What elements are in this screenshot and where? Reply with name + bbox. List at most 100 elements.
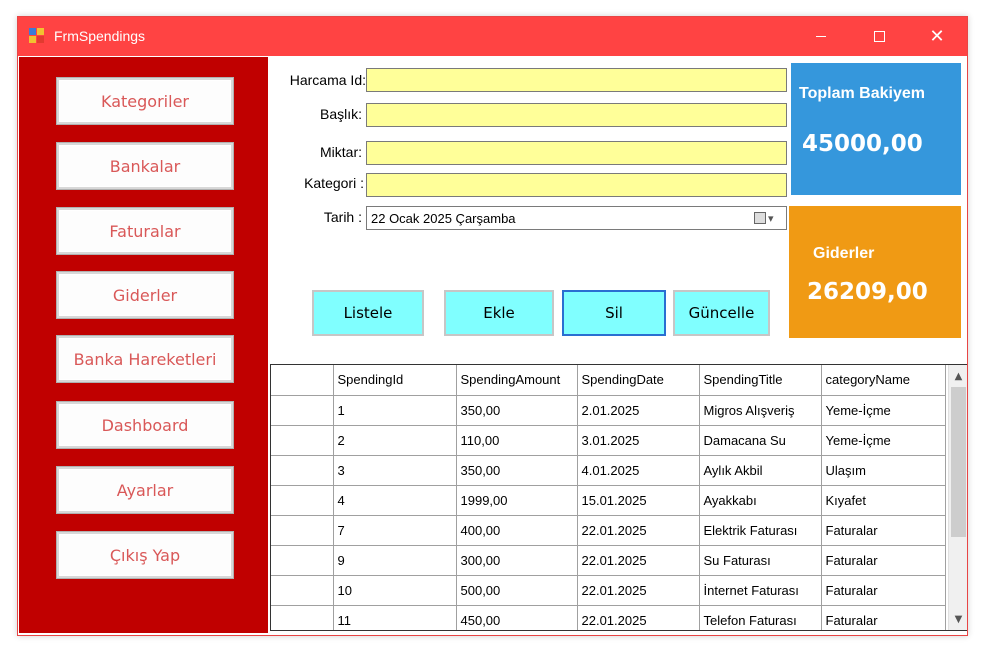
update-button[interactable]: Güncelle — [673, 290, 770, 336]
cell-spending-date[interactable]: 22.01.2025 — [577, 575, 700, 606]
cell-spending-title[interactable]: Su Faturası — [699, 545, 822, 576]
scroll-thumb[interactable] — [951, 387, 966, 537]
cell-category-name[interactable]: Yeme-İçme — [821, 425, 946, 456]
cell-spending-date[interactable]: 2.01.2025 — [577, 395, 700, 426]
window-title: FrmSpendings — [54, 28, 146, 44]
nav-cikis-yap-button[interactable]: Çıkış Yap — [57, 532, 233, 578]
cell-spending-title[interactable]: Damacana Su — [699, 425, 822, 456]
cell-spending-title[interactable]: Aylık Akbil — [699, 455, 822, 486]
cell-spending-amount[interactable]: 450,00 — [456, 605, 578, 630]
grid-header-row: SpendingId SpendingAmount SpendingDate S… — [271, 365, 946, 396]
cell-spending-id[interactable]: 7 — [333, 515, 457, 546]
spending-id-field[interactable] — [366, 68, 787, 92]
date-picker[interactable]: 22 Ocak 2025 Çarşamba ▾ — [366, 206, 787, 230]
cell-spending-title[interactable]: Migros Alışveriş — [699, 395, 822, 426]
table-row[interactable]: 1 350,00 2.01.2025 Migros Alışveriş Yeme… — [271, 395, 946, 426]
date-label: Tarih : — [323, 209, 362, 225]
title-field[interactable] — [366, 103, 787, 127]
cell-spending-title[interactable]: Ayakkabı — [699, 485, 822, 516]
vertical-scrollbar[interactable]: ▲ ▼ — [948, 365, 967, 630]
close-icon: ✕ — [929, 26, 945, 47]
table-row[interactable]: 7 400,00 22.01.2025 Elektrik Faturası Fa… — [271, 515, 946, 546]
cell-category-name[interactable]: Faturalar — [821, 515, 946, 546]
table-row[interactable]: 10 500,00 22.01.2025 İnternet Faturası F… — [271, 575, 946, 606]
cell-spending-title[interactable]: İnternet Faturası — [699, 575, 822, 606]
nav-ayarlar-button[interactable]: Ayarlar — [57, 467, 233, 513]
column-header-category-name[interactable]: categoryName — [821, 365, 946, 396]
column-header-spending-amount[interactable]: SpendingAmount — [456, 365, 578, 396]
table-row[interactable]: 4 1999,00 15.01.2025 Ayakkabı Kıyafet — [271, 485, 946, 516]
cell-category-name[interactable]: Faturalar — [821, 575, 946, 606]
scroll-down-icon[interactable]: ▼ — [949, 610, 967, 628]
cell-spending-date[interactable]: 22.01.2025 — [577, 515, 700, 546]
spendings-window: FrmSpendings ✕ Kategoriler Bankalar Fatu… — [17, 16, 968, 636]
cell-spending-id[interactable]: 11 — [333, 605, 457, 630]
cell-category-name[interactable]: Faturalar — [821, 545, 946, 576]
cell-spending-amount[interactable]: 500,00 — [456, 575, 578, 606]
add-button[interactable]: Ekle — [444, 290, 554, 336]
minimize-button[interactable] — [792, 17, 850, 56]
title-label: Başlık: — [319, 106, 362, 122]
row-header[interactable] — [271, 605, 334, 630]
row-header[interactable] — [271, 545, 334, 576]
cell-spending-id[interactable]: 4 — [333, 485, 457, 516]
balance-title: Toplam Bakiyem — [799, 85, 925, 102]
cell-category-name[interactable]: Faturalar — [821, 605, 946, 630]
cell-spending-date[interactable]: 3.01.2025 — [577, 425, 700, 456]
maximize-button[interactable] — [850, 17, 908, 56]
nav-bankalar-button[interactable]: Bankalar — [57, 143, 233, 189]
cell-spending-id[interactable]: 3 — [333, 455, 457, 486]
table-row[interactable]: 2 110,00 3.01.2025 Damacana Su Yeme-İçme — [271, 425, 946, 456]
cell-spending-id[interactable]: 2 — [333, 425, 457, 456]
title-bar[interactable]: FrmSpendings ✕ — [18, 17, 967, 56]
list-button[interactable]: Listele — [312, 290, 424, 336]
row-header[interactable] — [271, 395, 334, 426]
column-header-spending-date[interactable]: SpendingDate — [577, 365, 700, 396]
cell-spending-id[interactable]: 1 — [333, 395, 457, 426]
nav-giderler-button[interactable]: Giderler — [57, 272, 233, 318]
category-field[interactable] — [366, 173, 787, 197]
cell-spending-id[interactable]: 10 — [333, 575, 457, 606]
amount-field[interactable] — [366, 141, 787, 165]
date-value: 22 Ocak 2025 Çarşamba — [371, 211, 516, 226]
cell-spending-amount[interactable]: 400,00 — [456, 515, 578, 546]
cell-spending-id[interactable]: 9 — [333, 545, 457, 576]
close-button[interactable]: ✕ — [908, 17, 966, 56]
row-header[interactable] — [271, 575, 334, 606]
row-header[interactable] — [271, 455, 334, 486]
row-header[interactable] — [271, 485, 334, 516]
spendings-table: SpendingId SpendingAmount SpendingDate S… — [271, 365, 946, 630]
nav-banka-hareketleri-button[interactable]: Banka Hareketleri — [57, 336, 233, 382]
column-header-spending-title[interactable]: SpendingTitle — [699, 365, 822, 396]
cell-spending-amount[interactable]: 110,00 — [456, 425, 578, 456]
column-header-spending-id[interactable]: SpendingId — [333, 365, 457, 396]
cell-category-name[interactable]: Kıyafet — [821, 485, 946, 516]
cell-spending-amount[interactable]: 1999,00 — [456, 485, 578, 516]
row-header[interactable] — [271, 425, 334, 456]
nav-kategoriler-button[interactable]: Kategoriler — [57, 78, 233, 124]
cell-spending-date[interactable]: 22.01.2025 — [577, 545, 700, 576]
cell-spending-date[interactable]: 15.01.2025 — [577, 485, 700, 516]
cell-spending-date[interactable]: 4.01.2025 — [577, 455, 700, 486]
row-header[interactable] — [271, 515, 334, 546]
table-row[interactable]: 3 350,00 4.01.2025 Aylık Akbil Ulaşım — [271, 455, 946, 486]
row-header-corner[interactable] — [271, 365, 334, 396]
table-row[interactable]: 11 450,00 22.01.2025 Telefon Faturası Fa… — [271, 605, 946, 630]
cell-spending-title[interactable]: Elektrik Faturası — [699, 515, 822, 546]
delete-button[interactable]: Sil — [562, 290, 666, 336]
cell-category-name[interactable]: Ulaşım — [821, 455, 946, 486]
balance-card: Toplam Bakiyem 45000,00 — [791, 63, 961, 195]
nav-dashboard-button[interactable]: Dashboard — [57, 402, 233, 448]
cell-spending-date[interactable]: 22.01.2025 — [577, 605, 700, 630]
calendar-dropdown-icon[interactable]: ▾ — [754, 211, 780, 225]
cell-spending-amount[interactable]: 350,00 — [456, 395, 578, 426]
table-row[interactable]: 9 300,00 22.01.2025 Su Faturası Faturala… — [271, 545, 946, 576]
nav-faturalar-button[interactable]: Faturalar — [57, 208, 233, 254]
app-icon — [29, 28, 45, 44]
spendings-grid[interactable]: SpendingId SpendingAmount SpendingDate S… — [270, 364, 967, 631]
cell-spending-amount[interactable]: 350,00 — [456, 455, 578, 486]
cell-spending-amount[interactable]: 300,00 — [456, 545, 578, 576]
scroll-up-icon[interactable]: ▲ — [949, 367, 967, 385]
cell-category-name[interactable]: Yeme-İçme — [821, 395, 946, 426]
cell-spending-title[interactable]: Telefon Faturası — [699, 605, 822, 630]
